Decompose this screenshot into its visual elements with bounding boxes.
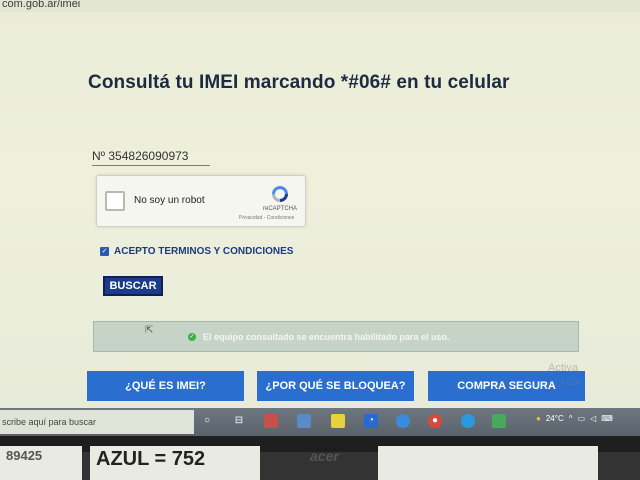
terms-row: ✓ ACEPTO TERMINOS Y CONDICIONES bbox=[100, 244, 293, 258]
network-icon[interactable]: ▭ bbox=[577, 414, 585, 423]
recaptcha-brand: reCAPTCHA bbox=[263, 206, 298, 212]
language-icon[interactable]: ⌨ bbox=[601, 414, 613, 423]
task-view-icon[interactable]: ⊟ bbox=[232, 414, 246, 428]
windows-activation-watermark-2: a Con bbox=[560, 378, 582, 387]
note-center-text: AZUL = 752 bbox=[96, 448, 206, 470]
system-tray: ● 24°C ^ ▭ ◁ ⌨ bbox=[536, 414, 613, 423]
imei-input[interactable]: Nº 354826090973 bbox=[92, 146, 210, 166]
browser-screen: com.gob.ar/imei Consultá tu IMEI marcand… bbox=[0, 0, 640, 452]
why-blocked-button[interactable]: ¿POR QUÉ SE BLOQUEA? bbox=[257, 371, 414, 401]
paper-note-center: AZUL = 752 bbox=[90, 446, 260, 480]
address-bar[interactable]: com.gob.ar/imei bbox=[0, 0, 640, 12]
monitor-brand-logo: acer bbox=[310, 448, 339, 464]
recaptcha-links[interactable]: Privacidad - Condiciones bbox=[239, 215, 294, 221]
paper-note-right bbox=[378, 446, 598, 480]
edge-icon[interactable] bbox=[461, 414, 475, 428]
mouse-cursor-icon: ⇱ bbox=[145, 325, 154, 336]
weather-icon[interactable]: ● bbox=[536, 414, 541, 423]
status-message-bar: ✓ El equipo consultado se encuentra habi… bbox=[93, 321, 579, 352]
status-text: El equipo consultado se encuentra habili… bbox=[203, 331, 450, 342]
app-green-icon[interactable] bbox=[492, 414, 506, 428]
page-title: Consultá tu IMEI marcando *#06# en tu ce… bbox=[88, 72, 510, 93]
app-calc-icon[interactable] bbox=[297, 414, 311, 428]
paper-note-left: 89425 bbox=[0, 446, 82, 480]
search-button[interactable]: BUSCAR bbox=[103, 276, 163, 296]
recaptcha-widget: No soy un robot reCAPTCHA Privacidad - C… bbox=[96, 175, 306, 227]
windows-activation-watermark: Activa bbox=[548, 362, 578, 374]
check-circle-icon: ✓ bbox=[188, 332, 196, 341]
note-left-text: 89425 bbox=[6, 448, 43, 463]
recaptcha-label: No soy un robot bbox=[134, 195, 205, 206]
sticky-notes-icon[interactable] bbox=[331, 414, 345, 428]
clock-icon[interactable]: ◔ bbox=[364, 414, 378, 428]
app-blue-icon[interactable] bbox=[396, 414, 410, 428]
terms-checkbox[interactable]: ✓ bbox=[100, 246, 109, 256]
url-text: com.gob.ar/imei bbox=[2, 0, 81, 10]
what-is-imei-button[interactable]: ¿QUÉ ES IMEI? bbox=[87, 371, 244, 401]
chevron-up-icon[interactable]: ^ bbox=[569, 414, 573, 423]
chrome-icon[interactable]: ● bbox=[428, 414, 442, 428]
terms-label[interactable]: ACEPTO TERMINOS Y CONDICIONES bbox=[114, 246, 293, 257]
recaptcha-logo-icon bbox=[272, 186, 288, 202]
start-circle-icon[interactable]: ○ bbox=[200, 414, 214, 428]
volume-icon[interactable]: ◁ bbox=[590, 414, 596, 423]
app-red-icon[interactable] bbox=[264, 414, 278, 428]
recaptcha-checkbox[interactable] bbox=[105, 191, 125, 211]
taskbar-search[interactable]: scribe aquí para buscar bbox=[0, 410, 194, 434]
temperature-text[interactable]: 24°C bbox=[546, 414, 564, 423]
